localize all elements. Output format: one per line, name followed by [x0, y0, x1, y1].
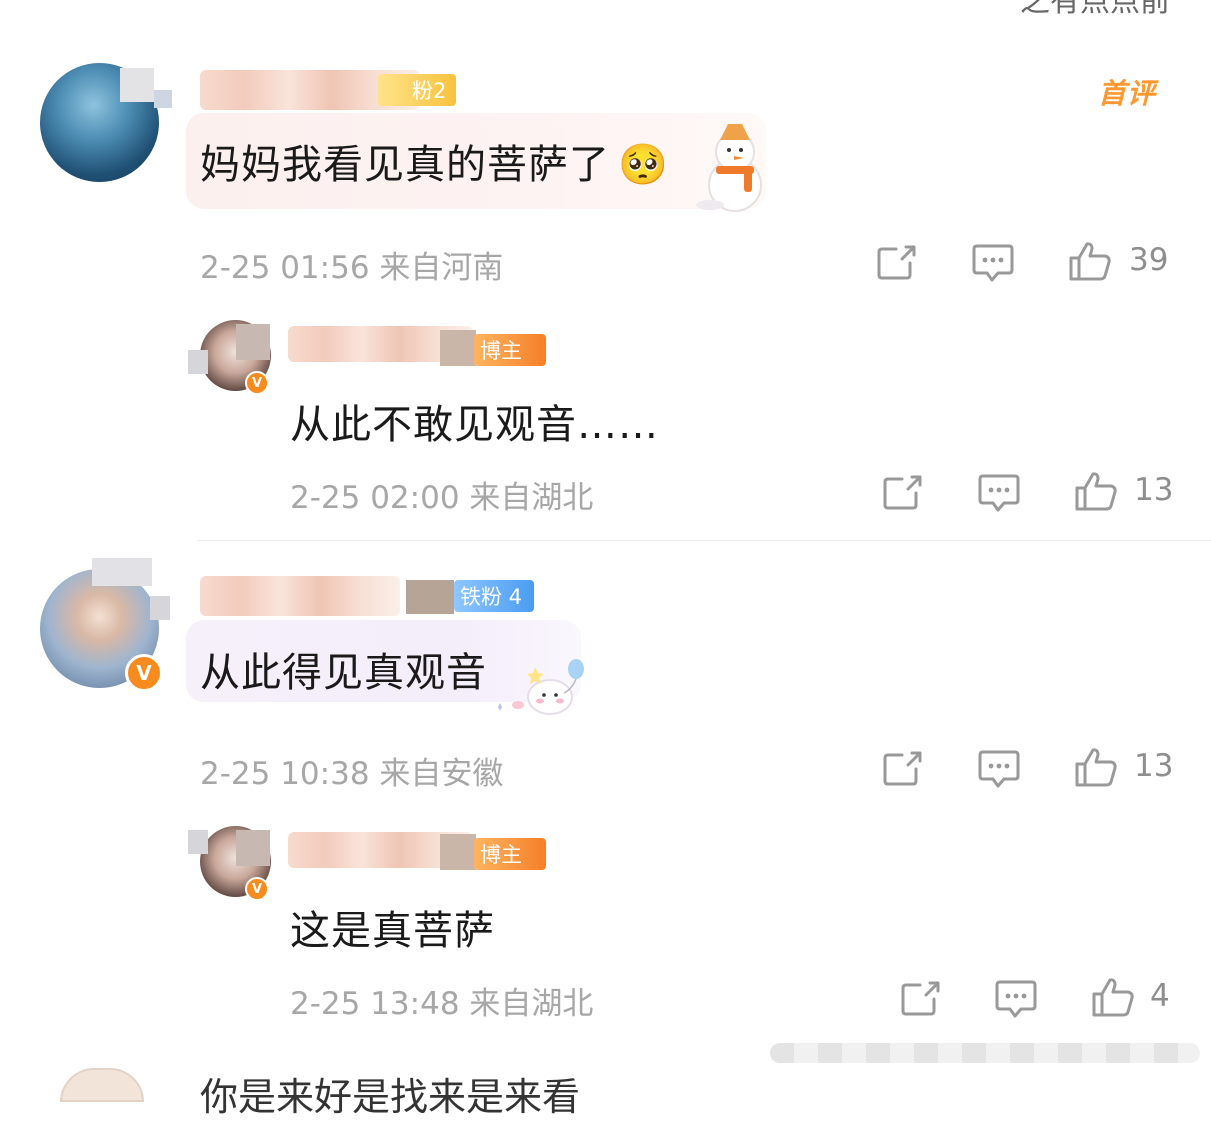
comment-icon[interactable] [972, 243, 1014, 283]
comment-text: 从此得见真观音 [200, 650, 487, 696]
top-partial-text: 之有点点前 [1020, 0, 1170, 19]
like-count: 4 [1150, 978, 1170, 1014]
reply-meta: 2-25 13:48 来自湖北 [290, 986, 594, 1022]
first-comment-tag: 首评 [1098, 77, 1157, 110]
like-count: 39 [1129, 242, 1169, 278]
verified-badge: V [125, 654, 163, 692]
mosaic [154, 90, 172, 108]
comment-icon[interactable] [978, 749, 1020, 789]
avatar[interactable] [60, 1068, 144, 1102]
mosaic [440, 330, 476, 366]
bottom-partial-text: 你是来好是找来是来看 [200, 1075, 581, 1119]
pleading-face-emoji: 🥺 [618, 142, 669, 188]
like-icon[interactable] [1068, 240, 1112, 282]
share-icon[interactable] [882, 749, 924, 787]
mosaic [150, 596, 170, 620]
snowman-decoration [696, 124, 762, 212]
like-count: 13 [1134, 748, 1174, 784]
reply-text: 这是真菩萨 [290, 908, 495, 954]
blogger-badge: 博主 [474, 334, 546, 366]
share-icon[interactable] [876, 243, 918, 281]
mosaic [120, 68, 154, 102]
like-count: 13 [1134, 472, 1174, 508]
reply-text: 从此不敢见观音…… [290, 402, 659, 448]
comment-meta: 2-25 10:38 来自安徽 [200, 756, 504, 792]
verified-badge: V [245, 371, 269, 395]
like-icon[interactable] [1091, 976, 1135, 1018]
like-icon[interactable] [1074, 746, 1118, 788]
reply-meta: 2-25 02:00 来自湖北 [290, 480, 594, 516]
username-blurred[interactable] [200, 576, 400, 616]
mosaic [406, 580, 454, 614]
comment-text: 妈妈我看见真的菩萨了 🥺 [200, 142, 669, 188]
cloud-balloon-decoration [498, 659, 584, 715]
share-icon[interactable] [900, 979, 942, 1017]
verified-badge: V [245, 877, 269, 901]
iron-fan-badge: 铁粉 4 [454, 580, 534, 612]
comment-meta: 2-25 01:56 来自河南 [200, 250, 504, 286]
divider [197, 540, 1211, 541]
share-icon[interactable] [882, 473, 924, 511]
mosaic [188, 830, 208, 854]
mosaic [236, 830, 270, 866]
comment-icon[interactable] [978, 473, 1020, 513]
comment-icon[interactable] [995, 979, 1037, 1019]
blogger-badge: 博主 [474, 838, 546, 870]
fan-badge: 粉2 [378, 74, 456, 106]
mosaic [92, 558, 152, 586]
mosaic [440, 834, 476, 870]
horizontal-scroll-indicator[interactable] [770, 1043, 1200, 1063]
like-icon[interactable] [1074, 470, 1118, 512]
mosaic [236, 324, 270, 360]
mosaic [188, 350, 208, 374]
